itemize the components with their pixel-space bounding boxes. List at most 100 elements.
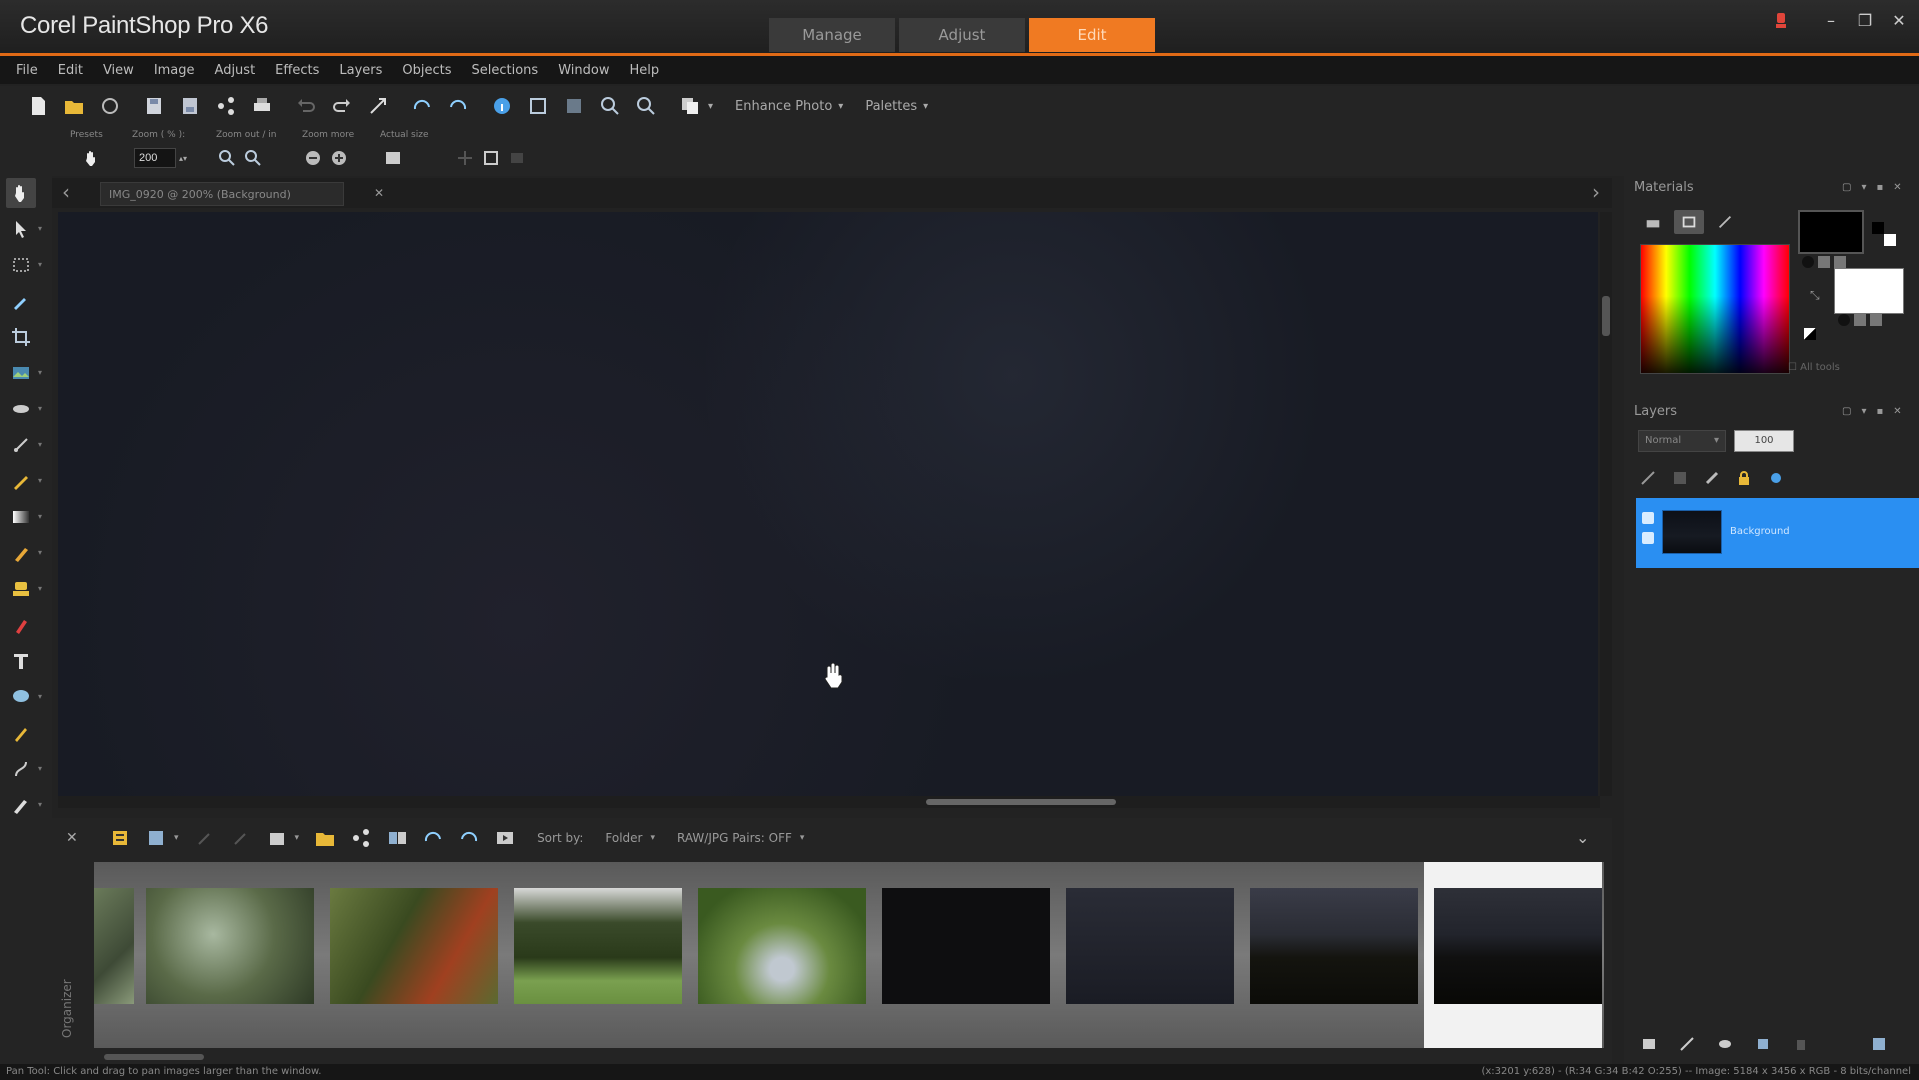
selection-tool-caret[interactable]: ▾ — [38, 260, 42, 269]
airbrush-tool-caret[interactable]: ▾ — [38, 800, 42, 809]
thumbnail[interactable] — [1250, 888, 1418, 1004]
rotate-left-button[interactable] — [404, 91, 440, 121]
organizer-rotate-right-button[interactable] — [451, 823, 487, 853]
fg-lock-icon[interactable] — [1834, 256, 1846, 268]
thumbnail[interactable] — [146, 888, 314, 1004]
move-icon[interactable] — [452, 146, 478, 170]
menu-file[interactable]: File — [16, 63, 38, 78]
layer-visible-icon[interactable] — [1642, 512, 1654, 524]
layer-menu-button[interactable] — [1868, 1034, 1890, 1054]
minimize-icon[interactable]: – — [1821, 10, 1841, 30]
palettes-menu[interactable]: Palettes — [865, 99, 917, 114]
zoom-out-button[interactable] — [628, 91, 664, 121]
thumbnail[interactable] — [330, 888, 498, 1004]
thumbnail[interactable] — [514, 888, 682, 1004]
red-eye-tool-caret[interactable]: ▾ — [38, 404, 42, 413]
resize-button[interactable] — [360, 91, 396, 121]
swap-colors-icon[interactable]: ⤡ — [1810, 288, 1822, 302]
makeover-tool[interactable] — [6, 430, 36, 460]
default-colors-icon[interactable] — [1804, 328, 1816, 340]
layer-opacity-field[interactable]: 100 — [1734, 430, 1794, 452]
zoom-out-small-button[interactable] — [240, 146, 266, 170]
clone-tool-caret[interactable]: ▾ — [38, 476, 42, 485]
tab-scroll-left-icon[interactable]: ‹ — [62, 180, 70, 204]
bg-texture-icon[interactable] — [1854, 314, 1866, 326]
selected-thumbnail[interactable] — [1434, 888, 1602, 1004]
new-file-button[interactable] — [20, 91, 56, 121]
link-button[interactable] — [1702, 468, 1722, 488]
organizer-folder-button[interactable] — [307, 823, 343, 853]
background-color-swatch[interactable] — [1834, 268, 1904, 314]
red-eye-tool[interactable] — [6, 394, 36, 424]
rotate-right-button[interactable] — [440, 91, 476, 121]
crop-tool[interactable] — [6, 322, 36, 352]
panel-float-icon[interactable]: ▢ — [1842, 182, 1851, 193]
notification-icon[interactable] — [1774, 12, 1788, 30]
actual-size-button[interactable] — [380, 146, 406, 170]
close-document-icon[interactable]: ✕ — [374, 186, 384, 200]
mask-button[interactable] — [1670, 468, 1690, 488]
panel-menu-icon[interactable]: ▾ — [1861, 406, 1866, 417]
delete-layer-button[interactable] — [1790, 1034, 1812, 1054]
fit-icon[interactable] — [478, 146, 504, 170]
raw-jpg-dropdown-icon[interactable]: ▾ — [800, 833, 805, 843]
organizer-retouch-button[interactable] — [223, 823, 259, 853]
tab-scroll-right-icon[interactable]: › — [1592, 180, 1600, 204]
overview-icon[interactable] — [504, 146, 530, 170]
import-dropdown-icon[interactable]: ▾ — [295, 833, 300, 843]
organizer-scrollbar[interactable] — [104, 1054, 204, 1060]
enhance-photo-dropdown-icon[interactable]: ▾ — [838, 101, 843, 112]
menu-layers[interactable]: Layers — [339, 63, 382, 78]
tab-edit[interactable]: Edit — [1029, 18, 1155, 52]
paint-brush-tool-caret[interactable]: ▾ — [38, 548, 42, 557]
horizontal-scroll-thumb[interactable] — [926, 799, 1116, 805]
warp-tool-caret[interactable]: ▾ — [38, 764, 42, 773]
copy-button[interactable] — [672, 91, 708, 121]
straighten-tool[interactable] — [6, 358, 36, 388]
menu-effects[interactable]: Effects — [275, 63, 319, 78]
all-tools-checkbox[interactable]: ☐ All tools — [1788, 362, 1840, 373]
layer-eye-icon[interactable] — [1642, 532, 1654, 544]
sort-dropdown-icon[interactable]: ▾ — [650, 833, 655, 843]
copy-dropdown-icon[interactable]: ▾ — [708, 101, 713, 112]
organizer-collapse-icon[interactable]: ⌄ — [1576, 828, 1589, 847]
text-tool[interactable] — [6, 646, 36, 676]
replacer-tool[interactable] — [6, 574, 36, 604]
new-layer-button[interactable] — [1638, 468, 1658, 488]
paint-brush-tool[interactable] — [6, 538, 36, 568]
save-button[interactable] — [136, 91, 172, 121]
panel-close-icon[interactable]: ✕ — [1893, 406, 1901, 417]
tab-adjust[interactable]: Adjust — [899, 18, 1025, 52]
restore-icon[interactable]: ❐ — [1855, 10, 1875, 30]
lock-button[interactable] — [1734, 468, 1754, 488]
raw-jpg-pairs-toggle[interactable]: RAW/JPG Pairs: OFF — [677, 831, 792, 845]
makeover-tool-caret[interactable]: ▾ — [38, 440, 42, 449]
gradient-tool[interactable] — [6, 502, 36, 532]
zoom-stepper[interactable]: ▴▾ — [176, 146, 190, 170]
document-tab[interactable]: IMG_0920 @ 200% (Background) — [100, 182, 344, 206]
bg-lock-icon[interactable] — [1870, 314, 1882, 326]
blend-mode-select[interactable]: Normal ▾ — [1638, 430, 1726, 452]
panel-close-icon[interactable]: ✕ — [1893, 182, 1901, 193]
view-dropdown-icon[interactable]: ▾ — [174, 833, 179, 843]
fit-window-button[interactable] — [520, 91, 556, 121]
pan-tool[interactable] — [6, 178, 36, 208]
browse-button[interactable] — [92, 91, 128, 121]
sort-by-dropdown[interactable]: Folder — [605, 831, 642, 845]
dropper-tool[interactable] — [6, 286, 36, 316]
zoom-more-in-button[interactable] — [326, 146, 352, 170]
clone-tool[interactable] — [6, 466, 36, 496]
color-spectrum[interactable] — [1640, 244, 1790, 374]
fg-style-icon[interactable] — [1802, 256, 1814, 268]
organizer-compare-button[interactable] — [379, 823, 415, 853]
zoom-in-button[interactable] — [592, 91, 628, 121]
zoom-in-small-button[interactable] — [214, 146, 240, 170]
enhance-photo-menu[interactable]: Enhance Photo — [735, 99, 832, 114]
layer-properties-button[interactable] — [1766, 468, 1786, 488]
undo-button[interactable] — [288, 91, 324, 121]
palettes-dropdown-icon[interactable]: ▾ — [923, 101, 928, 112]
selection-tool[interactable] — [6, 250, 36, 280]
zoom-input[interactable] — [134, 148, 176, 168]
zoom-more-out-button[interactable] — [300, 146, 326, 170]
pick-tool-caret[interactable]: ▾ — [38, 224, 42, 233]
